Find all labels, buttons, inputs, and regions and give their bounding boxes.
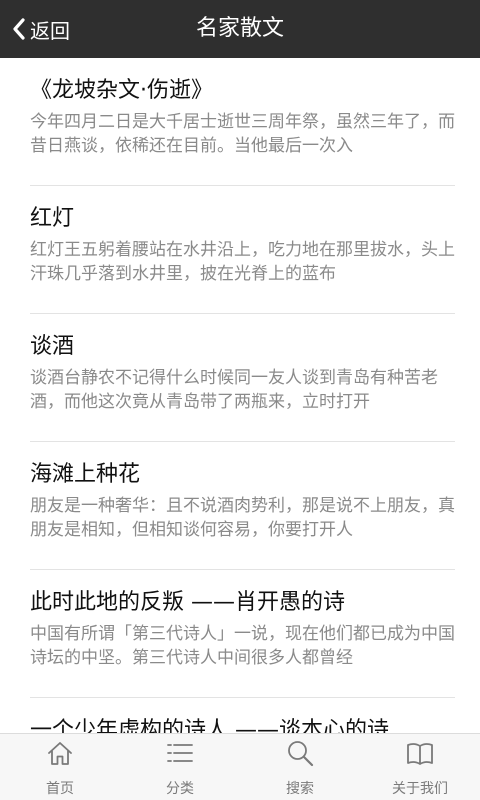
article-title: 海滩上种花 (30, 462, 141, 487)
article-title: 《龙坡杂文·伤逝》 (30, 78, 213, 103)
bottom-tab-bar: 首页 分类 搜索 关于我们 (0, 733, 480, 800)
search-icon (285, 734, 315, 772)
back-label: 返回 (30, 18, 70, 43)
page-title: 名家散文 (195, 16, 284, 41)
list-item[interactable]: 此时此地的反叛 ——肖开愚的诗 中国有所谓「第三代诗人」一说，现在他们都已成为中… (30, 570, 455, 698)
article-list[interactable]: 《龙坡杂文·伤逝》 今年四月二日是大千居士逝世三周年祭，虽然三年了，而昔日燕谈，… (0, 58, 480, 733)
article-title: 谈酒 (30, 334, 75, 359)
article-title: 红灯 (30, 206, 75, 231)
tab-about[interactable]: 关于我们 (360, 734, 480, 800)
article-excerpt: 中国有所谓「第三代诗人」一说，现在他们都已成为中国诗坛的中坚。第三代诗人中间很多… (30, 624, 455, 668)
tab-category[interactable]: 分类 (120, 734, 240, 800)
tab-search[interactable]: 搜索 (240, 734, 360, 800)
top-bar: 返回 名家散文 (0, 0, 480, 58)
home-icon (45, 734, 75, 772)
list-item[interactable]: 谈酒 谈酒台静农不记得什么时候同一友人谈到青岛有种苦老酒，而他这次竟从青岛带了两… (30, 314, 455, 442)
tab-label: 搜索 (286, 781, 314, 797)
tab-label: 首页 (46, 781, 74, 797)
article-excerpt: 朋友是一种奢华：且不说酒肉势利，那是说不上朋友，真朋友是相知，但相知谈何容易，你… (30, 496, 455, 540)
article-title: 此时此地的反叛 ——肖开愚的诗 (30, 590, 345, 615)
tab-label: 关于我们 (392, 781, 448, 797)
list-item[interactable]: 红灯 红灯王五躬着腰站在水井沿上，吃力地在那里拔水，头上汗珠几乎落到水井里，披在… (30, 186, 455, 314)
article-title: 一个少年虚构的诗人 ——谈本心的诗 (30, 718, 389, 733)
article-excerpt: 今年四月二日是大千居士逝世三周年祭，虽然三年了，而昔日燕谈，依稀还在目前。当他最… (30, 112, 455, 156)
tab-home[interactable]: 首页 (0, 734, 120, 800)
article-excerpt: 红灯王五躬着腰站在水井沿上，吃力地在那里拔水，头上汗珠几乎落到水井里，披在光脊上… (30, 240, 455, 284)
article-excerpt: 谈酒台静农不记得什么时候同一友人谈到青岛有种苦老酒，而他这次竟从青岛带了两瓶来，… (30, 368, 438, 412)
list-icon (165, 734, 195, 772)
list-item[interactable]: 一个少年虚构的诗人 ——谈本心的诗 (30, 698, 455, 733)
chevron-left-icon (12, 17, 26, 41)
tab-label: 分类 (166, 781, 194, 797)
back-button[interactable]: 返回 (12, 12, 70, 46)
book-icon (405, 734, 435, 772)
list-item[interactable]: 海滩上种花 朋友是一种奢华：且不说酒肉势利，那是说不上朋友，真朋友是相知，但相知… (30, 442, 455, 570)
list-item[interactable]: 《龙坡杂文·伤逝》 今年四月二日是大千居士逝世三周年祭，虽然三年了，而昔日燕谈，… (30, 58, 455, 186)
